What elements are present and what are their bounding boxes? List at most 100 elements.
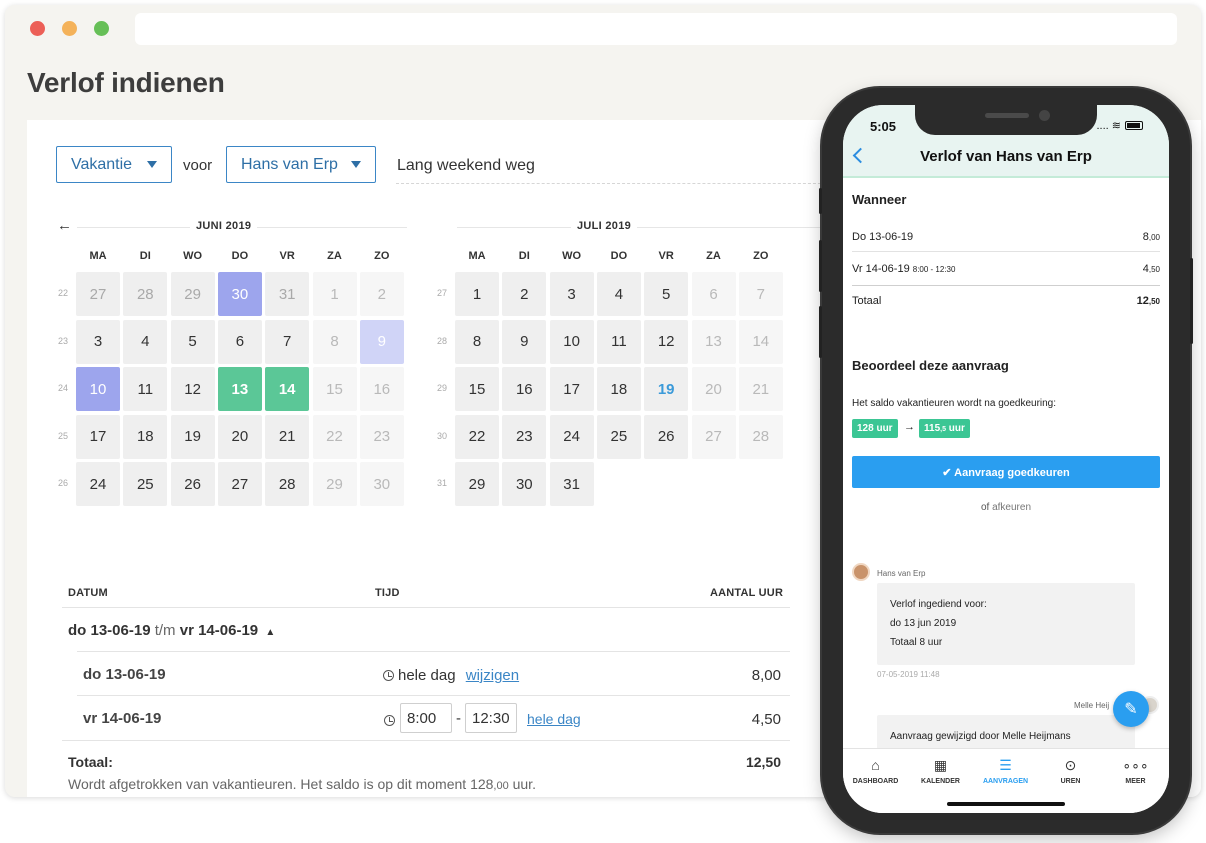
calendar-day[interactable]: 7 bbox=[738, 272, 783, 316]
calendar-day[interactable]: 27 bbox=[217, 462, 262, 506]
calendar-day[interactable]: 10 bbox=[549, 319, 594, 364]
phone-side-button bbox=[819, 240, 822, 292]
calendar-day[interactable]: 22 bbox=[455, 414, 499, 459]
calendar-day[interactable]: 23 bbox=[359, 414, 404, 459]
calendar-day[interactable]: 27 bbox=[691, 414, 736, 459]
calendar-day[interactable]: 15 bbox=[312, 367, 357, 411]
total-value: 12,50 bbox=[745, 754, 781, 770]
close-window-button[interactable] bbox=[30, 21, 45, 36]
calendar-day[interactable]: 31 bbox=[265, 272, 310, 316]
row-time: hele dag wijzigen bbox=[383, 667, 519, 684]
calendar-day[interactable]: 12 bbox=[170, 367, 215, 411]
calendar-day[interactable]: 3 bbox=[76, 319, 120, 364]
calendar-day[interactable]: 28 bbox=[123, 272, 168, 316]
calendar-day[interactable]: 19 bbox=[644, 367, 689, 411]
calendar-day[interactable]: 30 bbox=[217, 272, 262, 316]
saldo-note-text: Wordt afgetrokken van vakantieuren. Het … bbox=[68, 776, 494, 792]
previous-month-arrow-icon[interactable]: ← bbox=[57, 217, 72, 234]
calendar-day[interactable]: 10 bbox=[76, 367, 120, 411]
calendar-day[interactable]: 2 bbox=[502, 272, 547, 316]
tab-kalender[interactable]: ▦ KALENDER bbox=[908, 757, 973, 785]
hele-dag-link[interactable]: hele dag bbox=[527, 711, 581, 727]
calendar-day[interactable]: 20 bbox=[217, 414, 262, 459]
address-bar[interactable] bbox=[135, 13, 1177, 45]
calendar-day[interactable]: 6 bbox=[217, 319, 262, 364]
minimize-window-button[interactable] bbox=[62, 21, 77, 36]
calendar-day[interactable]: 5 bbox=[644, 272, 689, 316]
line-label: Do 13-06-19 bbox=[852, 231, 914, 243]
clock-icon bbox=[383, 670, 394, 681]
calendar-day[interactable]: 7 bbox=[265, 319, 310, 364]
calendar-day[interactable]: 2 bbox=[359, 272, 404, 316]
calendar-day[interactable]: 24 bbox=[549, 414, 594, 459]
calendar-day[interactable]: 12 bbox=[644, 319, 689, 364]
page-title: Verlof indienen bbox=[27, 67, 225, 98]
calendar-day[interactable]: 29 bbox=[312, 462, 357, 506]
edit-pencil-icon[interactable]: ✎ bbox=[1113, 691, 1149, 727]
calendar-day[interactable]: 13 bbox=[217, 367, 262, 411]
calendar-day[interactable]: 8 bbox=[312, 319, 357, 364]
calendar-day[interactable]: 9 bbox=[502, 319, 547, 364]
calendar-day[interactable]: 22 bbox=[312, 414, 357, 459]
leave-type-select[interactable]: Vakantie bbox=[56, 146, 172, 183]
calendar-day[interactable]: 18 bbox=[596, 367, 641, 411]
time-to-input[interactable]: 12:30 bbox=[465, 703, 517, 733]
tab-aanvragen[interactable]: ☰ AANVRAGEN bbox=[973, 757, 1038, 785]
time-from-input[interactable]: 8:00 bbox=[400, 703, 452, 733]
calendar-day[interactable]: 17 bbox=[76, 414, 120, 459]
date-range-toggle[interactable]: do 13-06-19 t/m vr 14-06-19 ▲ bbox=[68, 622, 275, 639]
calendar-day[interactable]: 19 bbox=[170, 414, 215, 459]
calendar-day[interactable]: 1 bbox=[455, 272, 499, 316]
calendar-day[interactable]: 1 bbox=[312, 272, 357, 316]
calendar-day[interactable]: 26 bbox=[644, 414, 689, 459]
calendar-day[interactable]: 17 bbox=[549, 367, 594, 411]
maximize-window-button[interactable] bbox=[94, 21, 109, 36]
calendar-day[interactable]: 16 bbox=[359, 367, 404, 411]
calendar-day[interactable]: 9 bbox=[359, 319, 404, 364]
calendar-day[interactable]: 21 bbox=[738, 367, 783, 411]
calendar-day[interactable]: 26 bbox=[170, 462, 215, 506]
row-hours: 4,50 bbox=[751, 711, 781, 728]
calendar-day[interactable]: 3 bbox=[549, 272, 594, 316]
avatar bbox=[852, 563, 870, 581]
wijzigen-link[interactable]: wijzigen bbox=[466, 667, 519, 684]
calendar-day[interactable]: 13 bbox=[691, 319, 736, 364]
calendar-day[interactable]: 18 bbox=[123, 414, 168, 459]
calendar-day[interactable]: 15 bbox=[455, 367, 499, 411]
calendar-day[interactable]: 29 bbox=[455, 462, 499, 506]
calendar-day[interactable]: 25 bbox=[123, 462, 168, 506]
calendar-day[interactable]: 4 bbox=[596, 272, 641, 316]
calendar-day[interactable]: 14 bbox=[738, 319, 783, 364]
calendar-day[interactable]: 23 bbox=[502, 414, 547, 459]
row-date: vr 14-06-19 bbox=[83, 710, 162, 727]
tab-meer[interactable]: ∘∘∘ MEER bbox=[1103, 757, 1168, 785]
weekday-header: MA bbox=[468, 250, 486, 262]
calendar-day[interactable]: 20 bbox=[691, 367, 736, 411]
reject-link[interactable]: afkeuren bbox=[992, 502, 1031, 513]
calendar-day[interactable]: 30 bbox=[502, 462, 547, 506]
calendar-day[interactable]: 28 bbox=[738, 414, 783, 459]
description-input[interactable]: Lang weekend weg bbox=[396, 146, 826, 184]
calendar-day[interactable]: 11 bbox=[123, 367, 168, 411]
calendar-day[interactable]: 16 bbox=[502, 367, 547, 411]
calendar-day[interactable]: 29 bbox=[170, 272, 215, 316]
calendar-day[interactable]: 6 bbox=[691, 272, 736, 316]
approve-button[interactable]: ✔ Aanvraag goedkeuren bbox=[852, 456, 1160, 488]
calendar-day[interactable]: 24 bbox=[76, 462, 120, 506]
calendar-day[interactable]: 11 bbox=[596, 319, 641, 364]
calendar-day[interactable]: 14 bbox=[265, 367, 310, 411]
message-author: Melle Heij bbox=[1074, 701, 1110, 710]
totaal-value: 12,50 bbox=[1137, 295, 1160, 307]
calendar-day[interactable]: 5 bbox=[170, 319, 215, 364]
tab-uren[interactable]: ⊙ UREN bbox=[1038, 757, 1103, 785]
calendar-day[interactable]: 4 bbox=[123, 319, 168, 364]
person-select[interactable]: Hans van Erp bbox=[226, 146, 376, 183]
calendar-day[interactable]: 25 bbox=[596, 414, 641, 459]
calendar-day[interactable]: 21 bbox=[265, 414, 310, 459]
calendar-day[interactable]: 31 bbox=[549, 462, 594, 506]
calendar-day[interactable]: 27 bbox=[76, 272, 120, 316]
calendar-day[interactable]: 28 bbox=[265, 462, 310, 506]
calendar-day[interactable]: 8 bbox=[455, 319, 499, 364]
tab-dashboard[interactable]: ⌂ DASHBOARD bbox=[843, 757, 908, 785]
calendar-day[interactable]: 30 bbox=[359, 462, 404, 506]
